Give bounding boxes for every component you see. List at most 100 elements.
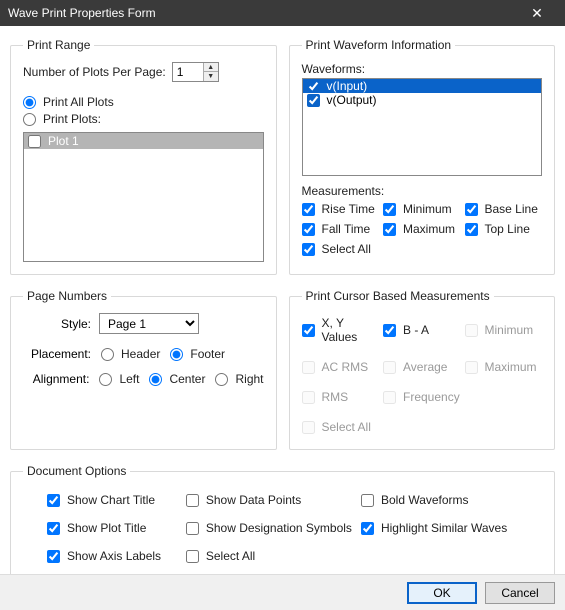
minimum-label: Minimum [403,202,452,216]
rms-label: RMS [322,390,349,404]
top-line-label: Top Line [485,222,530,236]
chart-title-label: Show Chart Title [67,493,155,507]
rms-checkbox [302,391,315,404]
minimum-checkbox[interactable] [383,203,396,216]
print-range-legend: Print Range [23,38,94,52]
frequency-checkbox [383,391,396,404]
data-points-label: Show Data Points [206,493,301,507]
plot-item-checkbox[interactable] [28,135,41,148]
cursor-measurements-group: Print Cursor Based Measurements X, Y Val… [289,289,556,450]
cursor-measurements-legend: Print Cursor Based Measurements [302,289,494,303]
doc-select-all-checkbox[interactable] [186,550,199,563]
titlebar: Wave Print Properties Form ✕ [0,0,565,26]
wave-item-label: v(Input) [327,79,368,93]
plots-per-page-input[interactable] [173,63,203,81]
average-checkbox [383,361,396,374]
frequency-label: Frequency [403,390,460,404]
b-a-checkbox[interactable] [383,324,396,337]
print-range-group: Print Range Number of Plots Per Page: ▲ … [10,38,277,275]
list-item[interactable]: v(Input) [303,79,542,93]
style-select[interactable]: Page 1 [99,313,199,334]
list-item[interactable]: v(Output) [303,93,542,107]
close-icon[interactable]: ✕ [517,5,557,22]
highlight-waves-label: Highlight Similar Waves [381,521,507,535]
waveform-list[interactable]: v(Input) v(Output) [302,78,543,176]
b-a-label: B - A [403,323,429,337]
plot-title-label: Show Plot Title [67,521,146,535]
print-all-label: Print All Plots [43,95,114,109]
wave-item-label: v(Output) [327,93,377,107]
chart-title-checkbox[interactable] [47,494,60,507]
plots-per-page-stepper[interactable]: ▲ ▼ [172,62,219,82]
center-radio[interactable] [149,373,162,386]
fall-time-label: Fall Time [322,222,371,236]
spin-down-icon[interactable]: ▼ [204,72,218,81]
data-points-checkbox[interactable] [186,494,199,507]
cursor-select-all-checkbox [302,421,315,434]
alignment-label: Alignment: [23,372,89,386]
left-radio[interactable] [99,373,112,386]
plot-title-checkbox[interactable] [47,522,60,535]
wave-item-checkbox[interactable] [307,80,320,93]
cursor-max-checkbox [465,361,478,374]
header-label: Header [121,347,160,361]
print-plots-radio[interactable] [23,113,36,126]
cancel-button[interactable]: Cancel [485,582,555,604]
wave-item-checkbox[interactable] [307,94,320,107]
document-options-legend: Document Options [23,464,130,478]
rise-time-label: Rise Time [322,202,375,216]
footer-label: Footer [190,347,225,361]
plot-item-label: Plot 1 [48,134,79,148]
window-title: Wave Print Properties Form [8,6,517,20]
style-label: Style: [23,317,91,331]
average-label: Average [403,360,447,374]
axis-labels-checkbox[interactable] [47,550,60,563]
waveforms-label: Waveforms: [302,62,543,76]
ac-rms-label: AC RMS [322,360,369,374]
cursor-select-all-label: Select All [322,420,371,434]
xy-values-checkbox[interactable] [302,324,315,337]
measurements-label: Measurements: [302,184,543,198]
xy-values-label: X, Y Values [322,316,380,344]
bold-waveforms-checkbox[interactable] [361,494,374,507]
rise-time-checkbox[interactable] [302,203,315,216]
cursor-min-label: Minimum [485,323,534,337]
right-radio[interactable] [215,373,228,386]
dialog-content: Print Range Number of Plots Per Page: ▲ … [0,26,565,599]
dialog-footer: OK Cancel [0,574,565,610]
print-all-radio[interactable] [23,96,36,109]
cursor-max-label: Maximum [485,360,537,374]
right-label: Right [235,372,263,386]
meas-select-all-checkbox[interactable] [302,243,315,256]
maximum-checkbox[interactable] [383,223,396,236]
top-line-checkbox[interactable] [465,223,478,236]
print-plots-label: Print Plots: [43,112,101,126]
bold-waveforms-label: Bold Waveforms [381,493,469,507]
designation-symbols-checkbox[interactable] [186,522,199,535]
waveform-info-group: Print Waveform Information Waveforms: v(… [289,38,556,275]
placement-label: Placement: [23,347,91,361]
axis-labels-label: Show Axis Labels [67,549,161,563]
waveform-info-legend: Print Waveform Information [302,38,456,52]
ac-rms-checkbox [302,361,315,374]
plot-list[interactable]: Plot 1 [23,132,264,262]
highlight-waves-checkbox[interactable] [361,522,374,535]
meas-select-all-label: Select All [322,242,371,256]
maximum-label: Maximum [403,222,455,236]
spin-up-icon[interactable]: ▲ [204,63,218,72]
designation-symbols-label: Show Designation Symbols [206,521,352,535]
page-numbers-group: Page Numbers Style: Page 1 Placement: He… [10,289,277,450]
page-numbers-legend: Page Numbers [23,289,111,303]
document-options-group: Document Options Show Chart Title Show D… [10,464,555,581]
base-line-label: Base Line [485,202,538,216]
header-radio[interactable] [101,348,114,361]
left-label: Left [119,372,139,386]
footer-radio[interactable] [170,348,183,361]
cursor-min-checkbox [465,324,478,337]
doc-select-all-label: Select All [206,549,255,563]
list-item[interactable]: Plot 1 [24,133,263,149]
base-line-checkbox[interactable] [465,203,478,216]
plots-per-page-label: Number of Plots Per Page: [23,65,166,79]
ok-button[interactable]: OK [407,582,477,604]
fall-time-checkbox[interactable] [302,223,315,236]
